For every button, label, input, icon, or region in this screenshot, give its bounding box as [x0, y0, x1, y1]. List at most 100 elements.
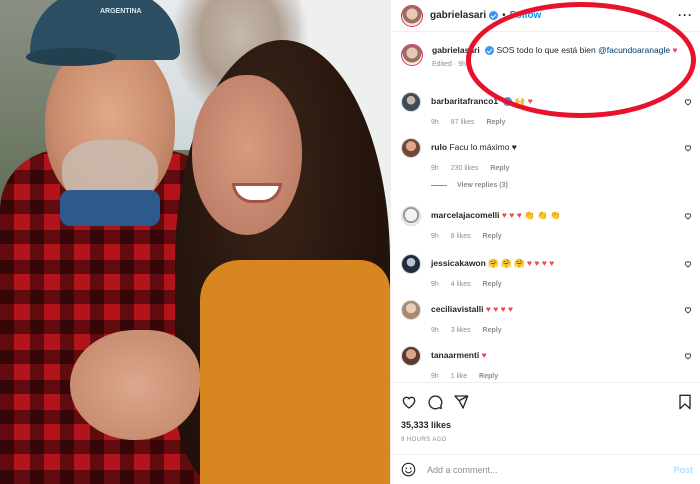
comment-meta: 9h 1 like Reply [431, 373, 696, 380]
comment-time: 9h [431, 233, 439, 240]
commenter-username[interactable]: rulo [431, 142, 447, 152]
comment-text: ♥ ♥ ♥ 👏 👏 👏 [501, 210, 561, 220]
photo-cap-text: ARGENTINA [100, 8, 142, 15]
comment-likes[interactable]: 8 likes [451, 233, 471, 240]
comment-meta: 9h 87 likes Reply [431, 119, 696, 126]
comment-text-line: tanaarmenti ♥ [431, 346, 487, 361]
heart-icon[interactable] [684, 212, 692, 220]
heart-icon[interactable] [684, 98, 692, 106]
photo-woman-face [192, 75, 302, 235]
heart-icon[interactable] [684, 260, 692, 268]
reply-button[interactable]: Reply [479, 373, 498, 380]
post-photo[interactable]: ARGENTINA [0, 0, 390, 484]
verified-badge-icon [485, 46, 495, 56]
comment-likes[interactable]: 1 like [451, 373, 467, 380]
share-icon[interactable] [453, 394, 469, 410]
commenter-username[interactable]: tanaarmenti [431, 350, 479, 360]
caption-text-line: gabrielasari SOS todo lo que está bien @… [432, 44, 678, 56]
reply-button[interactable]: Reply [483, 233, 502, 240]
comment-item: marcelajacomelli ♥ ♥ ♥ 👏 👏 👏 9h 8 likes … [401, 206, 696, 240]
comment-input[interactable] [427, 464, 657, 475]
comments-panel: gabrielasari • Follow ··· gabrielasari S… [390, 0, 700, 484]
comment-text: 🤗 🤗 🤗 ♥ ♥ ♥ ♥ [488, 258, 555, 268]
verified-badge-icon [503, 97, 513, 107]
comment-time: 9h [431, 119, 439, 126]
commenter-avatar[interactable] [401, 206, 421, 226]
caption-username[interactable]: gabrielasari [432, 45, 480, 55]
comment-item: jessicakawon 🤗 🤗 🤗 ♥ ♥ ♥ ♥ 9h 4 likes Re… [401, 254, 696, 288]
view-replies-label: View replies (3) [457, 182, 508, 189]
author-avatar[interactable] [401, 4, 423, 27]
action-icons [401, 394, 469, 410]
commenter-avatar[interactable] [401, 92, 421, 112]
photo-woman-jacket [200, 260, 390, 484]
view-replies-line [431, 185, 447, 186]
commenter-username[interactable]: marcelajacomelli [431, 210, 500, 220]
add-comment-bar: Post [391, 454, 700, 484]
comment-likes[interactable]: 3 likes [451, 327, 471, 334]
commenter-avatar[interactable] [401, 254, 421, 274]
commenter-avatar[interactable] [401, 138, 421, 158]
follow-button[interactable]: Follow [510, 10, 542, 21]
heart-icon[interactable] [684, 352, 692, 360]
post-actions: 35,333 likes 9 HOURS AGO [391, 382, 700, 450]
comment-item: tanaarmenti ♥ 9h 1 like Reply [401, 346, 696, 380]
caption-mention-link[interactable]: @facundoaranagle [598, 45, 670, 55]
photo-cap-bill [26, 48, 116, 66]
comment-text-line: barbaritafranco1 🙌 ♥ [431, 92, 533, 107]
caption-author-avatar[interactable] [401, 44, 423, 66]
comment-item: rulo Facu lo máximo ♥ 9h 230 likes Reply… [401, 138, 696, 189]
post-comment-button[interactable]: Post [673, 465, 693, 475]
comment-text: 🙌 ♥ [514, 96, 533, 106]
commenter-username[interactable]: ceciliavistalli [431, 304, 483, 314]
comment-time: 9h [431, 327, 439, 334]
comment-text: Facu lo máximo ♥ [449, 142, 517, 152]
comment-time: 9h [431, 165, 439, 172]
comment-text-line: rulo Facu lo máximo ♥ [431, 138, 517, 153]
comment-meta: 9h 3 likes Reply [431, 327, 696, 334]
caption-heart-emoji: ♥ [672, 45, 678, 55]
post-caption: gabrielasari SOS todo lo que está bien @… [401, 44, 696, 71]
photo-man-bandana [60, 190, 160, 226]
commenter-username[interactable]: barbaritafranco1 [431, 96, 498, 106]
caption-text: SOS todo lo que está bien [496, 45, 596, 55]
comment-time: 9h [431, 281, 439, 288]
caption-edited-time: Edited · 9h [432, 61, 466, 68]
comment-text: ♥ ♥ ♥ ♥ [485, 304, 514, 314]
bookmark-icon[interactable] [677, 394, 693, 410]
comment-text-line: ceciliavistalli ♥ ♥ ♥ ♥ [431, 300, 513, 315]
commenter-avatar[interactable] [401, 346, 421, 366]
author-username[interactable]: gabrielasari [430, 10, 486, 21]
comment-text: ♥ [481, 350, 487, 360]
post-header: gabrielasari • Follow ··· [391, 0, 700, 32]
commenter-avatar[interactable] [401, 300, 421, 320]
commenter-username[interactable]: jessicakawon [431, 258, 486, 268]
heart-icon[interactable] [684, 144, 692, 152]
comment-likes[interactable]: 87 likes [451, 119, 475, 126]
header-separator: • [502, 10, 506, 21]
reply-button[interactable]: Reply [490, 165, 509, 172]
comment-time: 9h [431, 373, 439, 380]
comment-text-line: jessicakawon 🤗 🤗 🤗 ♥ ♥ ♥ ♥ [431, 254, 554, 269]
reply-button[interactable]: Reply [486, 119, 505, 126]
comment-likes[interactable]: 4 likes [451, 281, 471, 288]
comment-likes[interactable]: 230 likes [451, 165, 479, 172]
post-time-ago: 9 HOURS AGO [401, 437, 447, 443]
verified-badge-icon [489, 11, 499, 20]
emoji-icon[interactable] [401, 462, 416, 477]
reply-button[interactable]: Reply [483, 327, 502, 334]
comment-meta: 9h 4 likes Reply [431, 281, 696, 288]
photo-hand [70, 330, 200, 440]
heart-icon[interactable] [684, 306, 692, 314]
comment-icon[interactable] [427, 394, 443, 410]
comment-meta: 9h 230 likes Reply [431, 165, 696, 172]
likes-count[interactable]: 35,333 likes [401, 420, 451, 430]
more-options-button[interactable]: ··· [678, 8, 693, 22]
comment-meta: 9h 8 likes Reply [431, 233, 696, 240]
heart-icon[interactable] [401, 394, 417, 410]
comment-item: barbaritafranco1 🙌 ♥ 9h 87 likes Reply [401, 92, 696, 126]
comment-text-line: marcelajacomelli ♥ ♥ ♥ 👏 👏 👏 [431, 206, 561, 221]
comment-item: ceciliavistalli ♥ ♥ ♥ ♥ 9h 3 likes Reply [401, 300, 696, 334]
view-replies-button[interactable]: View replies (3) [431, 182, 696, 189]
reply-button[interactable]: Reply [483, 281, 502, 288]
